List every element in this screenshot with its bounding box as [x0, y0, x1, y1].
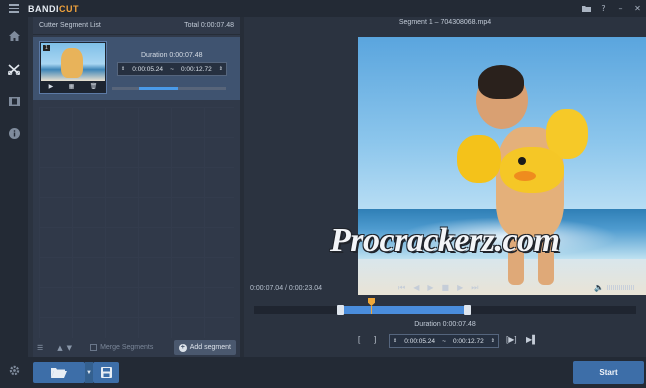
checkbox-icon[interactable]: [90, 344, 98, 351]
segment-end-handle[interactable]: [464, 305, 471, 315]
segment-end-time[interactable]: 0:00:12.72: [453, 338, 484, 345]
volume-control[interactable]: 🔈: [594, 283, 634, 292]
preview-panel: Segment 1 – 704308068.mp4 Procrackerz.co…: [244, 17, 646, 357]
minimize-icon[interactable]: –: [612, 0, 629, 17]
segment-progress-bar: [112, 87, 226, 90]
range-separator: ~: [442, 337, 446, 345]
merge-label: Merge Segments: [100, 344, 154, 351]
range-separator: ~: [170, 65, 174, 73]
skip-to-end-icon[interactable]: ⏭: [471, 283, 478, 293]
cut-icon[interactable]: [6, 61, 22, 77]
playhead-line: [371, 306, 372, 314]
duck-eye: [518, 157, 526, 165]
segment-end-time[interactable]: 0:00:12.72: [181, 66, 212, 73]
app-logo: BANDICUT: [28, 3, 79, 14]
merge-segments-checkbox[interactable]: Merge Segments: [90, 344, 153, 351]
gear-icon[interactable]: [6, 362, 22, 378]
add-segment-button[interactable]: + Add segment: [173, 340, 236, 355]
help-icon[interactable]: ?: [595, 0, 612, 17]
segment-list-title: Cutter Segment List: [39, 22, 101, 29]
window-controls: ? – ✕: [578, 0, 646, 17]
skip-to-start-icon[interactable]: ⏮: [398, 283, 405, 293]
folder-icon[interactable]: [578, 0, 595, 17]
plus-icon: +: [178, 343, 187, 352]
step-back-icon[interactable]: ◀: [413, 283, 419, 293]
title-bar: BANDICUT ? – ✕: [0, 0, 646, 17]
segment-number: 1: [43, 45, 50, 51]
set-start-icon[interactable]: [: [358, 335, 360, 344]
segment-list-panel: Cutter Segment List Total 0:00:07.48 1 ▶…: [33, 17, 240, 357]
time-display: 0:00:07.04 / 0:00:23.04: [250, 285, 323, 292]
spin-icon[interactable]: ⇕: [393, 338, 397, 344]
timeline-segment-range[interactable]: [340, 306, 467, 314]
next-icon[interactable]: ▶▌: [526, 335, 538, 344]
move-up-icon[interactable]: ▲: [57, 344, 62, 352]
save-button[interactable]: [93, 362, 119, 383]
timeline[interactable]: [254, 298, 636, 315]
bottom-bar: ▼ Start: [28, 357, 646, 388]
segment-time-range[interactable]: ⇕ 0:00:05.24 ~ 0:00:12.72 ⇕: [117, 62, 227, 76]
preview-title: Segment 1 – 704308068.mp4: [398, 19, 492, 26]
spin-icon[interactable]: ⇕: [121, 66, 125, 72]
step-forward-icon[interactable]: ▶: [457, 283, 463, 293]
play-segment-icon[interactable]: [▶]: [506, 335, 517, 344]
spin-icon[interactable]: ⇕: [491, 338, 495, 344]
segment-thumbnail[interactable]: 1 ▶ ▦ 🗑: [39, 41, 107, 94]
thumbnail-controls: ▶ ▦ 🗑: [41, 80, 105, 92]
open-file-button[interactable]: [33, 362, 85, 383]
close-icon[interactable]: ✕: [629, 0, 646, 17]
segment-duration: Duration 0:00:07.48: [141, 52, 203, 59]
film-icon[interactable]: [6, 93, 22, 109]
segment-list-header: Cutter Segment List Total 0:00:07.48: [33, 17, 240, 35]
segment-duration: Duration 0:00:07.48: [414, 321, 476, 328]
kid-hair: [478, 65, 524, 99]
segment-start-handle[interactable]: [337, 305, 344, 315]
play-icon[interactable]: ▶: [427, 283, 433, 293]
start-button[interactable]: Start: [573, 361, 644, 384]
trash-icon[interactable]: 🗑: [90, 83, 98, 90]
bandicut-window: BANDICUT ? – ✕ Cutter Segment List Total…: [0, 0, 646, 388]
info-icon[interactable]: [6, 125, 22, 141]
segment-start-time[interactable]: 0:00:05.24: [404, 338, 435, 345]
menu-icon[interactable]: [0, 0, 28, 17]
segment-start-time[interactable]: 0:00:05.24: [132, 66, 163, 73]
watermark-text: Procrackerz.com: [330, 222, 560, 259]
sidebar: [0, 17, 28, 388]
volume-icon[interactable]: 🔈: [594, 283, 604, 292]
duck-float: [500, 147, 564, 193]
segment-item[interactable]: 1 ▶ ▦ 🗑 Duration 0:00:07.48 ⇕ 0:00:05.24…: [33, 37, 240, 100]
playback-controls: ⏮ ◀ ▶ ■ ▶ ⏭: [398, 283, 478, 293]
spin-icon[interactable]: ⇕: [219, 66, 223, 72]
list-view-icon[interactable]: ☰: [37, 344, 43, 352]
duck-beak: [514, 171, 536, 181]
floaty: [457, 135, 501, 183]
folder-open-icon: [51, 367, 67, 378]
segment-time-range[interactable]: ⇕ 0:00:05.24 ~ 0:00:12.72 ⇕: [389, 334, 499, 348]
move-down-icon[interactable]: ▼: [67, 344, 72, 352]
open-dropdown-icon[interactable]: ▼: [85, 362, 93, 383]
playhead-handle[interactable]: [368, 298, 375, 306]
save-icon: [100, 367, 112, 378]
stop-icon[interactable]: ■: [442, 283, 450, 293]
home-icon[interactable]: [6, 28, 22, 44]
list-empty-area: [39, 107, 234, 347]
set-end-icon[interactable]: ]: [374, 335, 376, 344]
play-icon[interactable]: ▶: [49, 83, 54, 90]
segment-progress-fill: [139, 87, 179, 90]
film-strip-icon[interactable]: ▦: [69, 83, 75, 90]
segment-list-footer: ☰ ▲ ▼ Merge Segments + Add segment: [33, 338, 240, 357]
add-segment-label: Add segment: [189, 344, 231, 351]
segment-total: Total 0:00:07.48: [184, 22, 234, 29]
volume-slider[interactable]: [606, 285, 634, 290]
thumbnail-image: [41, 43, 105, 81]
